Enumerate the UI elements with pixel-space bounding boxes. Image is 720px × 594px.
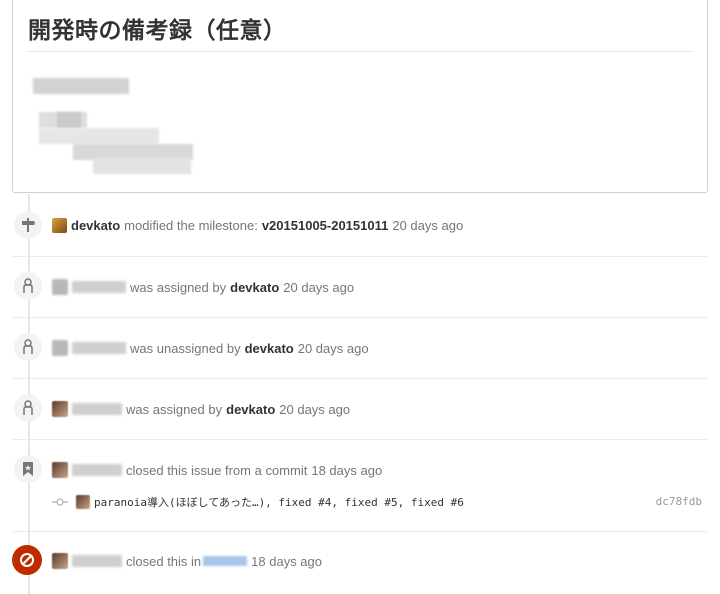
unassign-badge <box>14 333 42 361</box>
avatar[interactable] <box>52 553 68 569</box>
divider <box>12 256 708 257</box>
commit-reference: paranoia導入(ほぼしてあった…), fixed #4, fixed #5… <box>52 493 702 511</box>
event-action: was assigned by <box>126 401 223 417</box>
commit-message[interactable]: paranoia導入(ほぼしてあった…), fixed #4, fixed #5… <box>94 494 464 510</box>
heading-divider <box>28 51 692 52</box>
divider <box>12 317 708 318</box>
event-unassigned: was unassigned by devkato 20 days ago <box>52 340 369 356</box>
git-commit-icon <box>52 498 68 506</box>
avatar[interactable] <box>52 401 68 417</box>
redacted-user[interactable] <box>72 342 126 354</box>
bookmark-icon <box>23 462 33 476</box>
avatar[interactable] <box>52 279 68 295</box>
redacted-commit-link[interactable] <box>203 556 248 566</box>
actor-link[interactable]: devkato <box>230 280 279 295</box>
milestone-icon <box>22 218 35 232</box>
event-assigned: was assigned by devkato 20 days ago <box>52 279 354 295</box>
event-closed: closed this in 18 days ago <box>52 553 322 569</box>
milestone-badge <box>14 211 42 239</box>
divider <box>12 531 708 532</box>
event-time[interactable]: 20 days ago <box>298 341 369 356</box>
commit-sha[interactable]: dc78fdb <box>656 495 702 508</box>
redacted-user[interactable] <box>72 403 122 415</box>
event-time[interactable]: 18 days ago <box>311 463 382 478</box>
event-assigned: was assigned by devkato 20 days ago <box>52 401 350 417</box>
circle-slash-icon <box>20 553 34 567</box>
event-time[interactable]: 20 days ago <box>392 218 463 233</box>
event-time[interactable]: 20 days ago <box>279 402 350 417</box>
event-closed-from-commit: closed this issue from a commit 18 days … <box>52 462 382 478</box>
assign-badge <box>14 394 42 422</box>
event-action: modified the milestone: <box>124 218 258 233</box>
event-milestone: devkato modified the milestone: v2015100… <box>52 218 463 233</box>
person-icon <box>23 278 33 293</box>
closed-commit-badge <box>14 455 42 483</box>
actor-link[interactable]: devkato <box>245 341 294 356</box>
issue-comment-box: 開発時の備考録（任意） <box>12 0 708 193</box>
divider <box>12 439 708 440</box>
event-action: was unassigned by <box>130 340 241 356</box>
event-action: was assigned by <box>130 279 227 295</box>
person-icon <box>23 400 33 415</box>
closed-badge <box>12 545 42 575</box>
event-time[interactable]: 18 days ago <box>251 554 322 569</box>
redacted-user[interactable] <box>72 281 126 293</box>
event-action: closed this in <box>126 553 202 569</box>
redacted-user[interactable] <box>72 555 122 567</box>
divider <box>12 378 708 379</box>
avatar[interactable] <box>76 495 90 509</box>
redacted-user[interactable] <box>72 464 122 476</box>
assign-badge <box>14 272 42 300</box>
actor-link[interactable]: devkato <box>71 218 120 233</box>
avatar[interactable] <box>52 218 67 233</box>
actor-link[interactable]: devkato <box>226 402 275 417</box>
avatar[interactable] <box>52 340 68 356</box>
avatar[interactable] <box>52 462 68 478</box>
event-time[interactable]: 20 days ago <box>283 280 354 295</box>
person-icon <box>23 339 33 354</box>
milestone-link[interactable]: v20151005-20151011 <box>262 218 389 233</box>
comment-heading: 開発時の備考録（任意） <box>28 18 287 44</box>
event-action: closed this issue from a commit <box>126 462 308 478</box>
